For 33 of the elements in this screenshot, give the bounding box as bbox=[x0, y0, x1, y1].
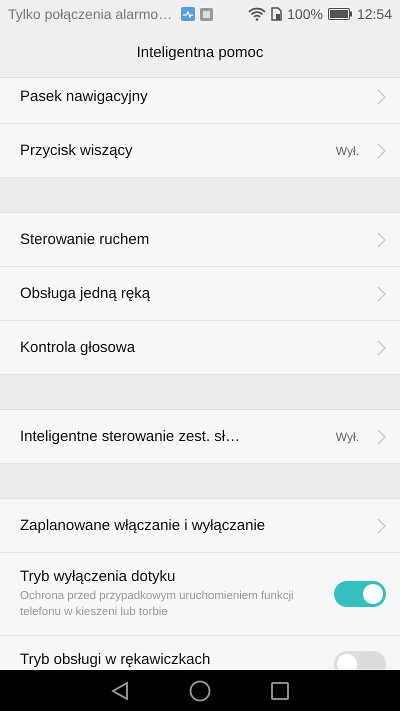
battery-percent: 100% bbox=[287, 6, 323, 22]
row-title: Pasek nawigacyjny bbox=[20, 88, 149, 105]
chevron-right-icon bbox=[377, 340, 386, 356]
home-icon[interactable] bbox=[188, 680, 211, 702]
row-title: Zaplanowane włączanie i wyłączanie bbox=[20, 517, 266, 534]
row-title: Inteligentne sterowanie zest. sł… bbox=[20, 428, 242, 445]
row-title: Kontrola głosowa bbox=[20, 339, 136, 356]
row-title: Tryb wyłączenia dotyku bbox=[20, 568, 176, 585]
row-title: Obsługa jedną ręką bbox=[20, 285, 152, 302]
wifi-icon bbox=[248, 7, 266, 21]
recent-apps-icon[interactable] bbox=[270, 680, 290, 700]
image-icon bbox=[200, 8, 214, 20]
health-app-icon bbox=[181, 7, 196, 21]
row-title: Tryb obsługi w rękawiczkach bbox=[20, 651, 212, 668]
toggle-switch[interactable] bbox=[334, 651, 386, 670]
back-icon[interactable] bbox=[110, 680, 130, 700]
sim-card-icon bbox=[271, 7, 282, 21]
chevron-right-icon bbox=[377, 428, 386, 444]
row-value: Wył. bbox=[336, 144, 359, 158]
row-title: Sterowanie ruchem bbox=[20, 231, 150, 248]
battery-icon bbox=[328, 8, 352, 20]
toggle-switch[interactable] bbox=[334, 581, 386, 607]
screen-title: Inteligentna pomoc bbox=[136, 44, 264, 61]
row-description: Ochrona przed przypadkowym uruchomieniem funkcji telefonu w kieszeni lub torbie bbox=[20, 588, 295, 620]
notification-text: Tylko połączenia alarmo… bbox=[8, 6, 172, 22]
row-value: Wył. bbox=[336, 430, 359, 444]
chevron-right-icon bbox=[377, 518, 386, 534]
chevron-right-icon bbox=[377, 88, 386, 104]
chevron-right-icon bbox=[377, 232, 386, 248]
chevron-right-icon bbox=[377, 286, 386, 302]
clock-time: 12:54 bbox=[356, 6, 392, 22]
row-title: Przycisk wiszący bbox=[20, 142, 134, 159]
chevron-right-icon bbox=[377, 142, 386, 158]
